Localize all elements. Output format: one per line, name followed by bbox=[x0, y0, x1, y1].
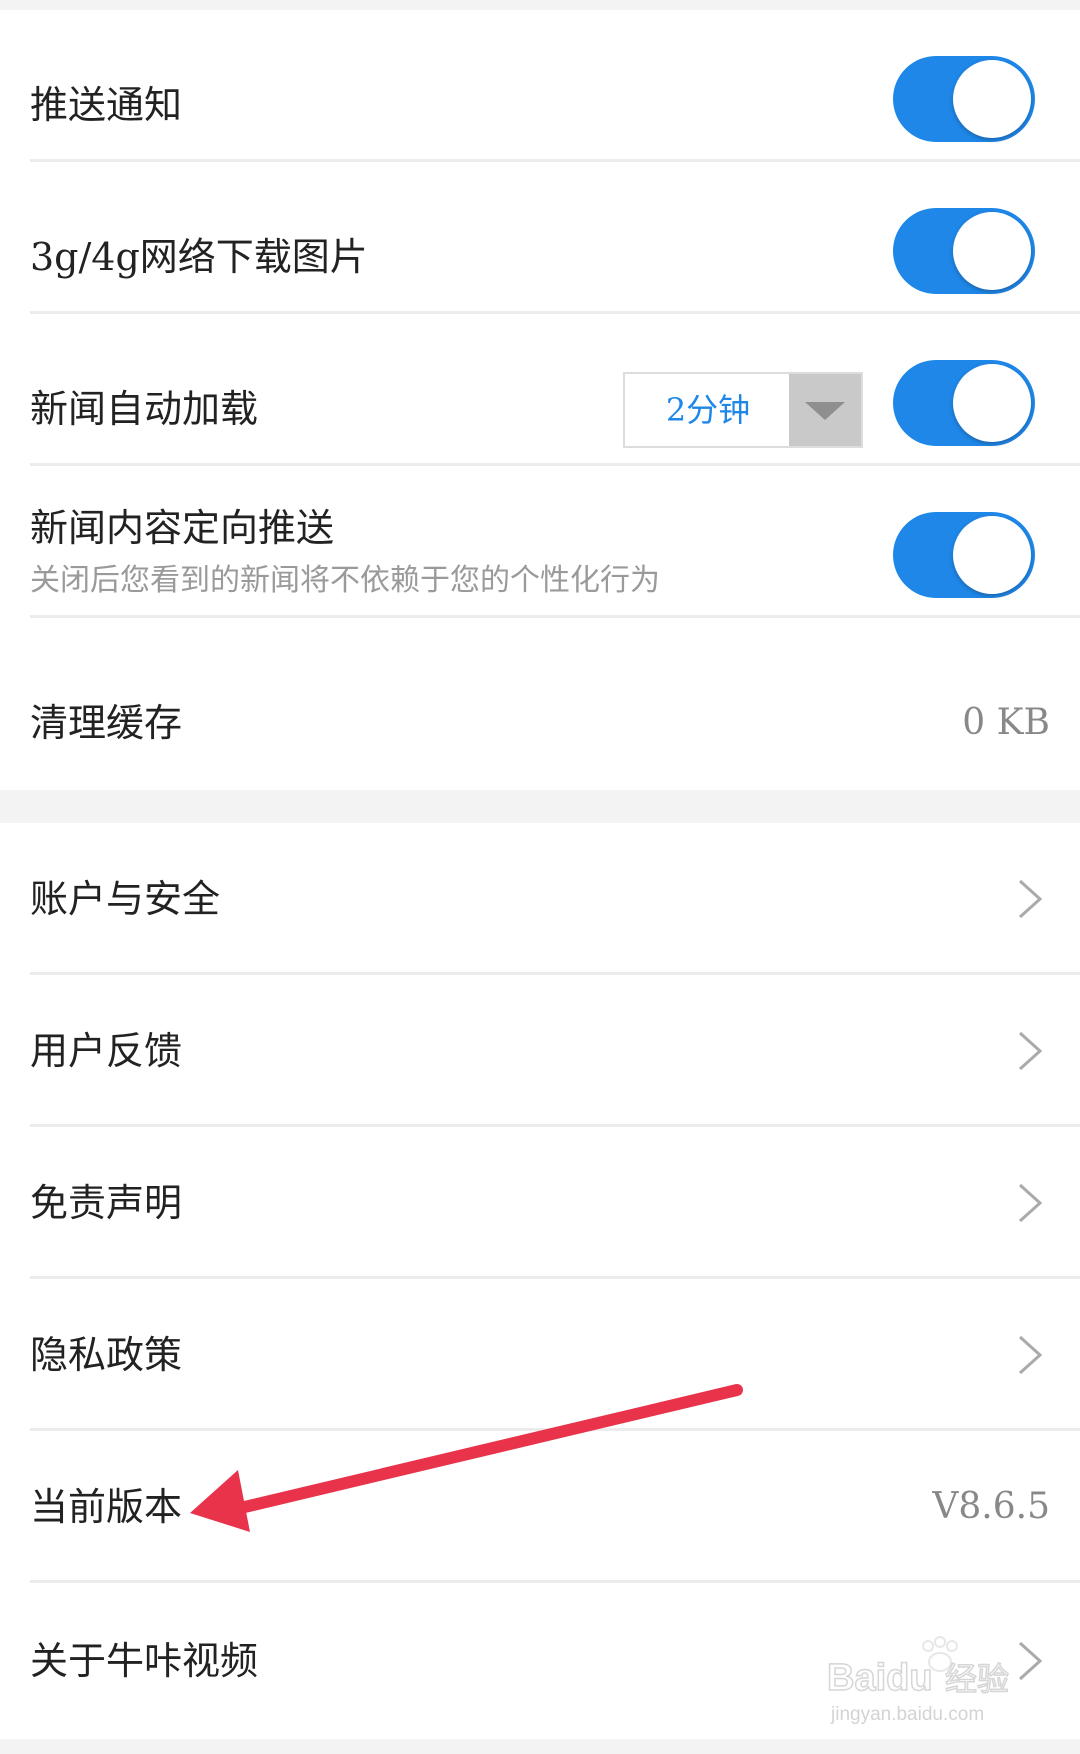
triangle-down-icon bbox=[805, 402, 845, 420]
targeted-push-row[interactable]: 新闻内容定向推送 关闭后您看到的新闻将不依赖于您的个性化行为 bbox=[0, 466, 1080, 618]
watermark-brand-cn: 经验 bbox=[945, 1660, 1009, 1698]
push-notification-toggle[interactable] bbox=[893, 56, 1035, 142]
privacy-policy-label: 隐私政策 bbox=[30, 1333, 183, 1377]
clear-cache-label: 清理缓存 bbox=[30, 701, 183, 745]
chevron-right-icon bbox=[1018, 1183, 1043, 1223]
disclaimer-row[interactable]: 免责声明 bbox=[0, 1127, 1080, 1279]
clear-cache-row[interactable]: 清理缓存 0 KB bbox=[0, 618, 1080, 790]
watermark-url: jingyan.baidu.com bbox=[830, 1704, 984, 1725]
toggle-knob bbox=[953, 364, 1031, 442]
watermark-brand: Baidu bbox=[827, 1657, 933, 1699]
chevron-right-icon bbox=[1018, 879, 1043, 919]
version-value: V8.6.5 bbox=[932, 1486, 1050, 1527]
news-auto-load-row[interactable]: 新闻自动加载 2分钟 bbox=[0, 314, 1080, 466]
current-version-label: 当前版本 bbox=[30, 1485, 183, 1529]
baidu-watermark-logo: Baidu 经验 jingyan.baidu.com bbox=[826, 1636, 1010, 1725]
settings-section: 推送通知 3g/4g网络下载图片 新闻自动加载 2分钟 新闻内容定向推送 关闭后… bbox=[0, 10, 1080, 790]
targeted-push-description: 关闭后您看到的新闻将不依赖于您的个性化行为 bbox=[30, 563, 660, 598]
toggle-knob bbox=[953, 516, 1031, 594]
push-notification-row[interactable]: 推送通知 bbox=[0, 10, 1080, 162]
user-feedback-label: 用户反馈 bbox=[30, 1029, 183, 1073]
toggle-knob bbox=[953, 60, 1031, 138]
user-feedback-row[interactable]: 用户反馈 bbox=[0, 975, 1080, 1127]
chevron-right-icon bbox=[1018, 1031, 1043, 1071]
mobile-download-images-toggle[interactable] bbox=[893, 208, 1035, 294]
news-auto-load-label: 新闻自动加载 bbox=[30, 387, 259, 431]
chevron-right-icon bbox=[1018, 1335, 1043, 1375]
account-security-row[interactable]: 账户与安全 bbox=[0, 823, 1080, 975]
auto-load-interval-value: 2分钟 bbox=[665, 391, 751, 429]
push-notification-label: 推送通知 bbox=[30, 83, 183, 127]
account-security-label: 账户与安全 bbox=[30, 877, 221, 921]
about-label: 关于牛咔视频 bbox=[30, 1639, 259, 1683]
cache-size-value: 0 KB bbox=[962, 702, 1050, 743]
current-version-row[interactable]: 当前版本 V8.6.5 bbox=[0, 1431, 1080, 1583]
more-section: 账户与安全 用户反馈 免责声明 隐私政策 当前版本 V8.6.5 关于牛咔视频 bbox=[0, 823, 1080, 1739]
mobile-download-images-row[interactable]: 3g/4g网络下载图片 bbox=[0, 162, 1080, 314]
targeted-push-toggle[interactable] bbox=[893, 512, 1035, 598]
disclaimer-label: 免责声明 bbox=[30, 1181, 183, 1225]
news-auto-load-toggle[interactable] bbox=[893, 360, 1035, 446]
targeted-push-label: 新闻内容定向推送 bbox=[30, 506, 335, 550]
toggle-knob bbox=[953, 212, 1031, 290]
dropdown-button[interactable] bbox=[789, 374, 861, 446]
privacy-policy-row[interactable]: 隐私政策 bbox=[0, 1279, 1080, 1431]
mobile-download-images-label: 3g/4g网络下载图片 bbox=[30, 235, 368, 279]
auto-load-interval-select[interactable]: 2分钟 bbox=[623, 372, 863, 448]
